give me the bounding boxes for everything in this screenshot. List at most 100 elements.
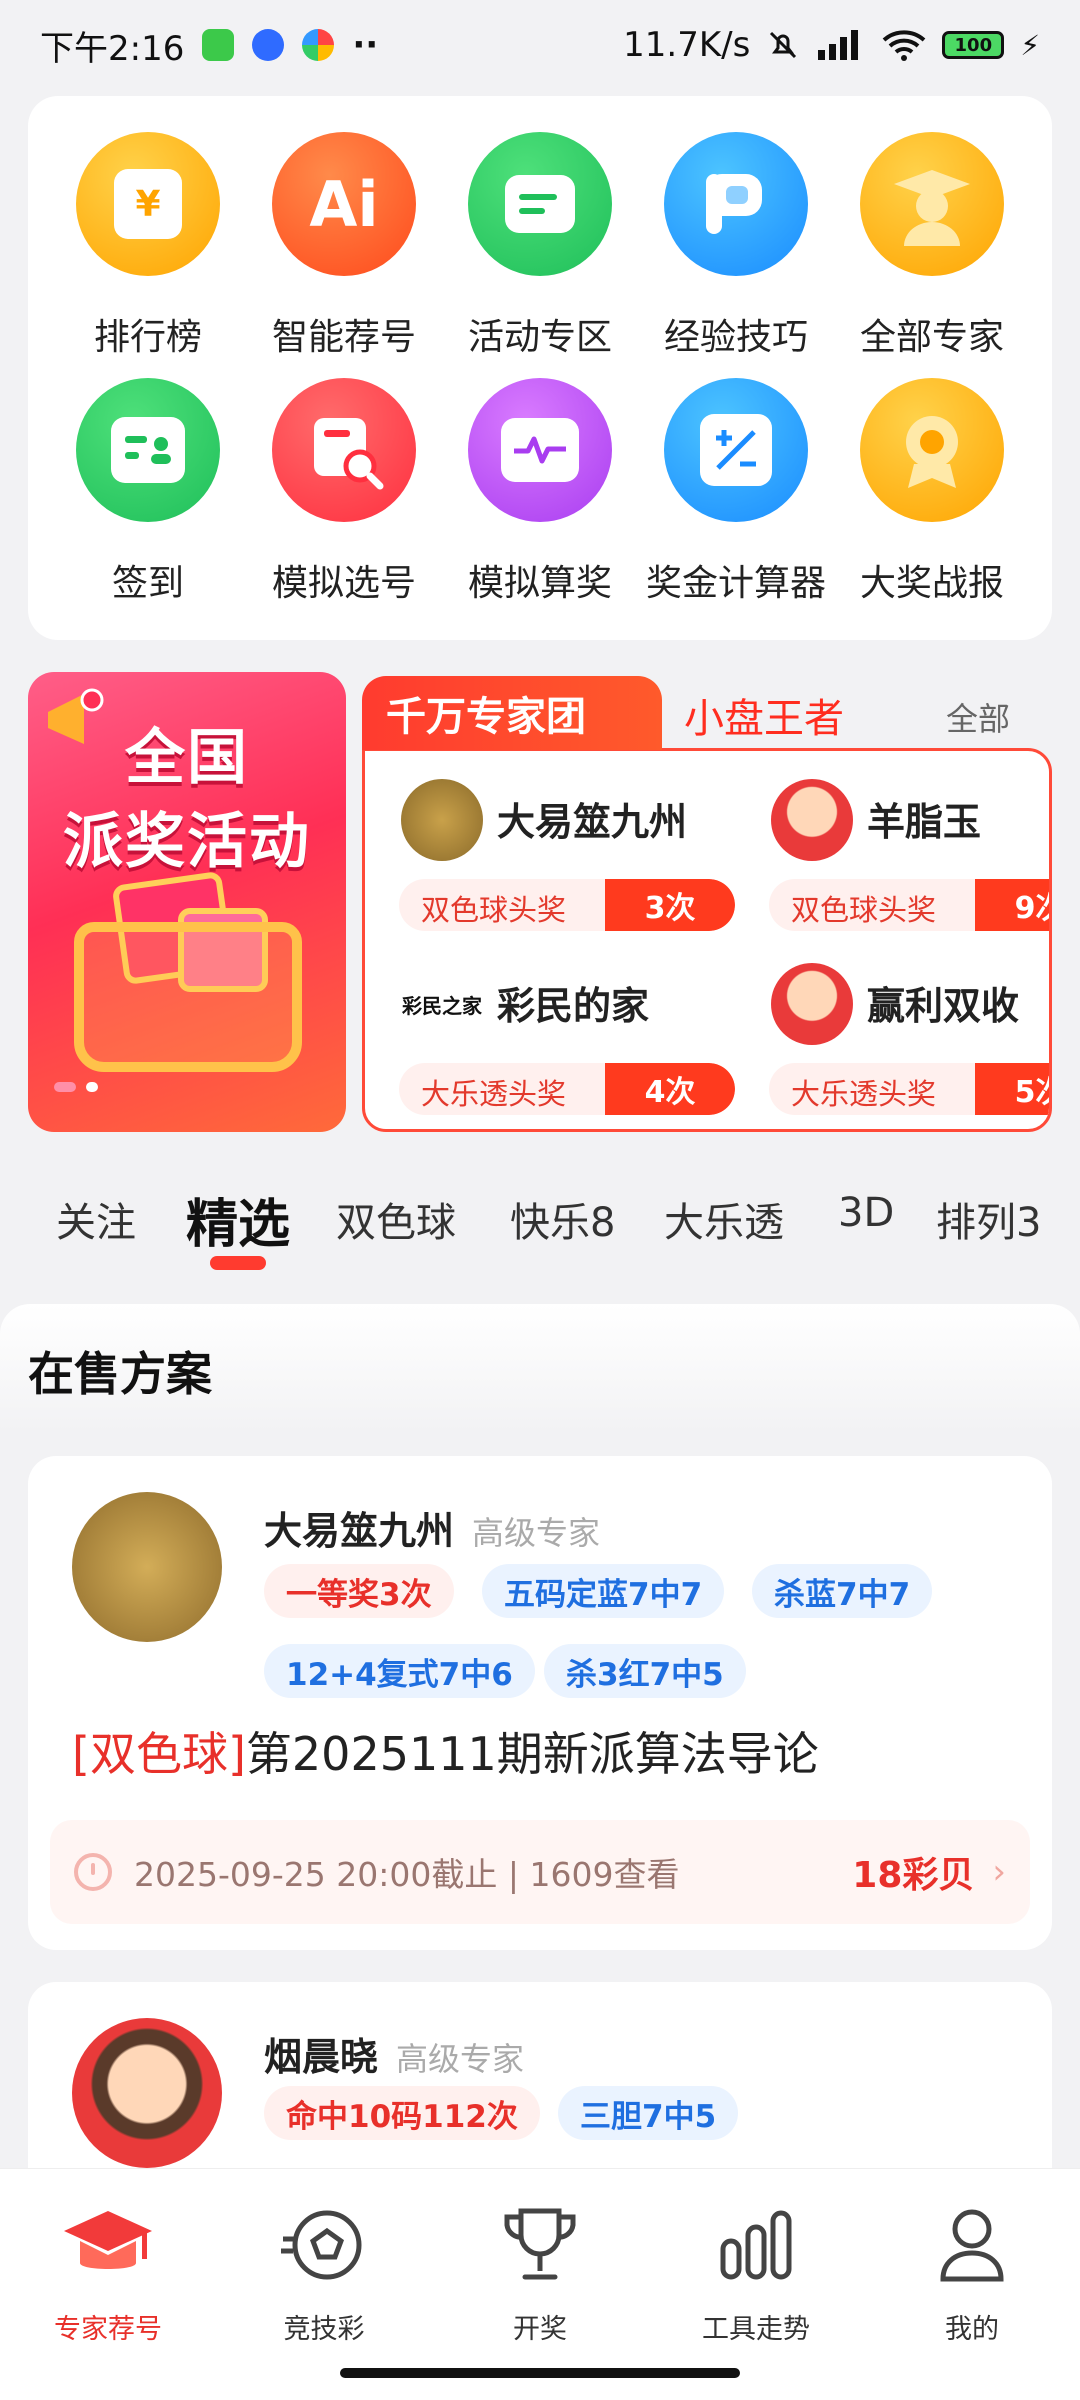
tab-pl3[interactable]: 排列3: [936, 1190, 1041, 1248]
avatar: [771, 963, 853, 1045]
nav-profile[interactable]: 我的: [864, 2205, 1080, 2346]
team-all-link[interactable]: 全部: [946, 694, 1010, 740]
expert-team-card: 大易筮九州 双色球头奖 3次 羊脂玉 双色球头奖 9次 彩民之家 彩民的家 大乐…: [362, 676, 1052, 1132]
grid-label: 模拟算奖: [467, 563, 612, 604]
active-tab-indicator: [210, 1256, 266, 1270]
grid-item-simulate-prize[interactable]: 模拟算奖: [442, 378, 638, 606]
browser-icon: [302, 29, 335, 61]
prize-pill: 双色球头奖 9次: [769, 879, 1049, 931]
plan-title: [双色球]第2025111期新派算法导论: [72, 1727, 819, 1781]
bottom-navigation: 专家荐号 竞技彩 开奖 工具走势 我的: [0, 2168, 1080, 2400]
nav-tools-trends[interactable]: 工具走势: [648, 2205, 864, 2346]
tab-featured[interactable]: 精选: [186, 1182, 290, 1257]
tab-small-king[interactable]: 小盘王者: [684, 686, 844, 744]
plan-footer: 2025-09-25 20:00截止 | 1609查看 18彩贝 ›: [50, 1820, 1030, 1924]
grid-label: 奖金计算器: [645, 563, 826, 604]
team-expert-name: 大易筮九州: [497, 800, 688, 844]
record-chip: 12+4复式7中6: [264, 1644, 535, 1698]
grid-label: 大奖战报: [859, 563, 1004, 604]
battery-icon: 100: [942, 31, 1005, 59]
signal-icon: [818, 30, 859, 60]
select-number-icon: [272, 378, 416, 522]
graduation-cap-icon: [64, 2211, 152, 2269]
more-notifications-icon: ··: [352, 25, 379, 65]
ai-icon: Ai: [272, 132, 416, 276]
grid-item-ranking[interactable]: ¥ 排行榜: [50, 132, 246, 360]
record-chip: 三胆7中5: [558, 2086, 739, 2140]
prize-pill: 双色球头奖 3次: [399, 879, 735, 931]
carousel-indicator: [54, 1082, 98, 1092]
promo-title: 全国 派奖活动: [63, 723, 311, 877]
bar-chart-icon: [720, 2210, 792, 2280]
grid-item-all-experts[interactable]: 全部专家: [834, 132, 1030, 360]
basket-image: [74, 922, 302, 1072]
quick-entry-grid: ¥ 排行榜 Ai 智能荐号 活动专区 经验技巧 全部专家 签到 模拟选号 模拟算…: [28, 96, 1052, 640]
record-chip: 杀蓝7中7: [752, 1564, 933, 1618]
tips-icon: [664, 132, 808, 276]
grid-label: 排行榜: [93, 317, 202, 358]
plan-price: 18彩贝: [852, 1855, 975, 1896]
record-chip: 杀3红7中5: [544, 1644, 746, 1698]
trophy-icon: [504, 2208, 576, 2280]
ranking-icon: ¥: [76, 132, 220, 276]
grid-item-checkin[interactable]: 签到: [50, 378, 246, 606]
tab-kl8[interactable]: 快乐8: [510, 1190, 615, 1248]
avatar: [401, 779, 483, 861]
clock-icon: [74, 1853, 112, 1891]
grid-label: 活动专区: [467, 317, 612, 358]
plan-meta: 2025-09-25 20:00截止 | 1609查看: [134, 1855, 680, 1894]
chat-icon: [468, 132, 612, 276]
prize-pill: 大乐透头奖 5次: [769, 1063, 1049, 1115]
grid-item-calculator[interactable]: 奖金计算器: [638, 378, 834, 606]
avatar: [771, 779, 853, 861]
chevron-right-icon: ›: [992, 1852, 1006, 1892]
plan-expert-name: 大易筮九州 高级专家: [264, 1509, 601, 1553]
record-chip: 一等奖3次: [264, 1564, 454, 1618]
grid-label: 全部专家: [859, 317, 1004, 358]
award-icon: [860, 378, 1004, 522]
tab-expert-team[interactable]: 千万专家团: [362, 676, 662, 750]
grid-item-tips[interactable]: 经验技巧: [638, 132, 834, 360]
wifi-icon: [882, 30, 926, 61]
record-chip: 命中10码112次: [264, 2086, 540, 2140]
expert-icon: [860, 132, 1004, 276]
user-icon: [940, 2209, 1004, 2282]
record-chip: 五码定蓝7中7: [482, 1564, 725, 1618]
pulse-icon: [468, 378, 612, 522]
lottery-category-tabs: 关注 精选 双色球 快乐8 大乐透 3D 排列3: [0, 1190, 1080, 1280]
grid-label: 经验技巧: [663, 317, 808, 358]
nav-draw-results[interactable]: 开奖: [432, 2205, 648, 2346]
tab-follow[interactable]: 关注: [56, 1190, 136, 1248]
net-speed: 11.7K/s: [623, 25, 751, 65]
grid-item-award-report[interactable]: 大奖战报: [834, 378, 1030, 606]
charging-icon: ⚡: [1020, 28, 1040, 62]
grid-label: 智能荐号: [271, 317, 416, 358]
grid-label: 签到: [111, 563, 184, 604]
calculator-icon: [664, 378, 808, 522]
home-indicator[interactable]: [340, 2368, 740, 2378]
expert-team-list: 大易筮九州 双色球头奖 3次 羊脂玉 双色球头奖 9次 彩民之家 彩民的家 大乐…: [362, 748, 1052, 1132]
tab-3d[interactable]: 3D: [838, 1190, 894, 1236]
tab-dlt[interactable]: 大乐透: [664, 1190, 784, 1248]
tab-ssq[interactable]: 双色球: [336, 1190, 456, 1248]
mute-icon: [770, 31, 797, 59]
grid-label: 模拟选号: [271, 563, 416, 604]
promo-banner[interactable]: 全国 派奖活动: [28, 672, 346, 1132]
status-time: 下午2:16: [40, 28, 185, 69]
status-bar: 下午2:16 ·· 11.7K/s 100 ⚡: [0, 0, 1080, 90]
plan-expert-name: 烟晨晓 高级专家: [264, 2035, 525, 2079]
grid-item-activity[interactable]: 活动专区: [442, 132, 638, 360]
prize-pill: 大乐透头奖 4次: [399, 1063, 735, 1115]
nav-sports-lottery[interactable]: 竞技彩: [216, 2205, 432, 2346]
football-icon: [281, 2210, 362, 2280]
avatar: [72, 2018, 222, 2168]
team-expert-name: 赢利双收: [867, 984, 1020, 1028]
grid-item-simulate-select[interactable]: 模拟选号: [246, 378, 442, 606]
avatar: [72, 1492, 222, 1642]
team-expert-name: 彩民的家: [497, 984, 650, 1028]
avatar: 彩民之家: [401, 963, 483, 1045]
grid-item-ai[interactable]: Ai 智能荐号: [246, 132, 442, 360]
nav-expert-picks[interactable]: 专家荐号: [0, 2205, 216, 2346]
app-notification-icon: [252, 29, 285, 61]
plan-card[interactable]: 大易筮九州 高级专家 一等奖3次 五码定蓝7中7 杀蓝7中7 12+4复式7中6 …: [28, 1456, 1052, 1950]
